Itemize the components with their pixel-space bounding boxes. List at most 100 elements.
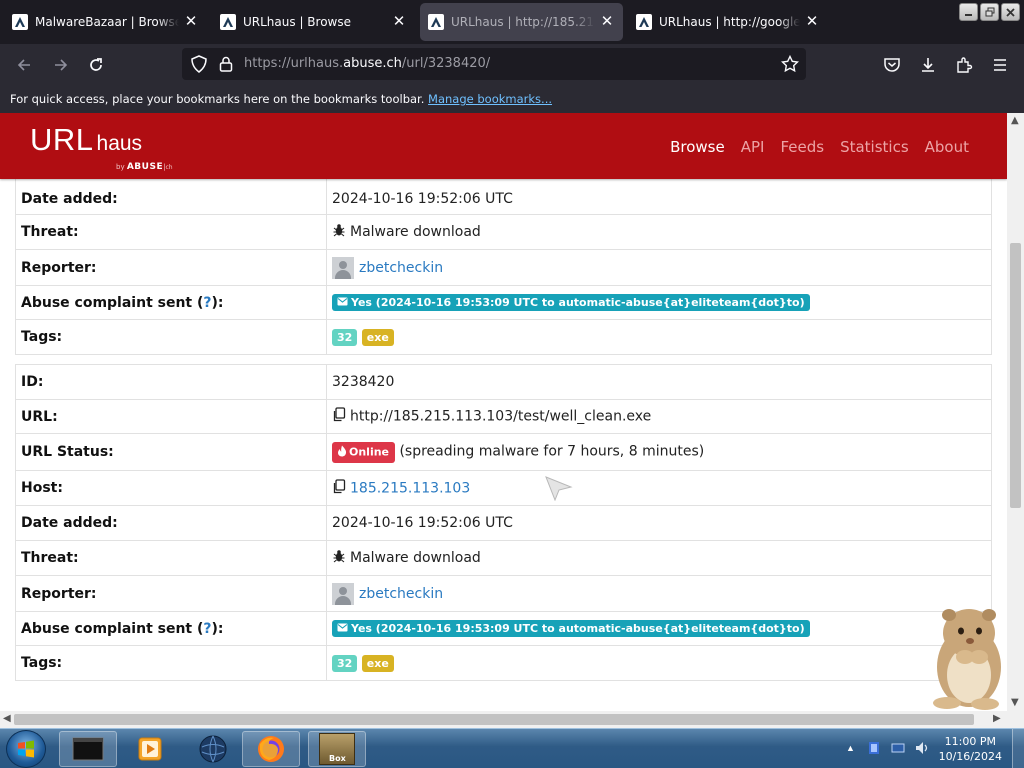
scroll-right-arrow-icon[interactable]: ▶ (993, 713, 1001, 724)
vertical-scroll-thumb[interactable] (1010, 243, 1021, 508)
reporter-link[interactable]: zbetcheckin (359, 586, 443, 602)
row-label: URL: (15, 399, 327, 434)
navigation-toolbar: https://urlhaus.abuse.ch/url/3238420/ (0, 44, 1024, 86)
tab-title: URLhaus | http://googletrans (659, 15, 800, 29)
close-window-button[interactable] (1001, 3, 1020, 21)
tray-network-icon[interactable] (890, 740, 906, 761)
table-row: URL Status: Online (spreading malware fo… (15, 433, 992, 471)
nav-api[interactable]: API (741, 138, 765, 156)
vertical-scrollbar[interactable]: ▲ ▼ (1007, 113, 1024, 711)
clock-time: 11:00 PM (944, 735, 996, 748)
copy-icon[interactable] (332, 407, 346, 426)
clock-date: 10/16/2024 (938, 750, 1002, 763)
table-row: Abuse complaint sent (?): Yes (2024-10-1… (15, 285, 992, 320)
table-row: Threat: Malware download (15, 214, 992, 250)
pocket-icon[interactable] (881, 54, 903, 76)
show-desktop-button[interactable] (1012, 729, 1024, 768)
scroll-down-arrow-icon[interactable]: ▼ (1011, 697, 1019, 708)
tray-volume-icon[interactable] (914, 740, 932, 761)
taskbar-firefox[interactable] (242, 731, 300, 767)
threat-value: Malware download (350, 224, 481, 240)
horizontal-scrollbar[interactable]: ◀ ▶ (0, 711, 1007, 728)
host-link[interactable]: 185.215.113.103 (350, 480, 470, 496)
system-clock[interactable]: 11:00 PM 10/16/2024 (939, 734, 1002, 764)
start-button[interactable] (6, 730, 46, 768)
urlhaus-favicon-icon (12, 14, 28, 30)
bookmark-star-icon[interactable] (779, 53, 801, 75)
date-added-value: 2024-10-16 19:52:06 UTC (326, 505, 992, 541)
url-text[interactable]: https://urlhaus.abuse.ch/url/3238420/ (244, 56, 490, 71)
nav-browse[interactable]: Browse (670, 138, 725, 156)
tags-cell: 32 exe (326, 645, 992, 681)
taskbar-globe[interactable] (184, 731, 242, 767)
bug-icon (332, 549, 346, 567)
close-tab-icon[interactable]: ✕ (183, 14, 199, 30)
table-row: URL: http://185.215.113.103/test/well_cl… (15, 399, 992, 434)
close-tab-icon[interactable]: ✕ (391, 14, 407, 30)
show-hidden-icons-icon[interactable]: ▲ (846, 743, 855, 753)
urlhaus-favicon-icon (220, 14, 236, 30)
abuse-ch-byline: by ABUSE|ch (116, 162, 173, 172)
taskbar-box-app[interactable]: Box (308, 731, 366, 767)
tab-malwarebazaar[interactable]: MalwareBazaar | Browse mal ✕ (4, 3, 207, 41)
abuse-cell: Yes (2024-10-16 19:53:09 UTC to automati… (326, 611, 992, 646)
table-row: ID: 3238420 (15, 364, 992, 400)
tag-badge[interactable]: exe (361, 328, 394, 346)
urlhaus-header: URL haus by ABUSE|ch Browse API Feeds Sta… (0, 113, 1007, 179)
restore-button[interactable] (980, 3, 999, 21)
extensions-icon[interactable] (953, 54, 975, 76)
tab-title: URLhaus | Browse (243, 15, 351, 29)
downloads-icon[interactable] (917, 54, 939, 76)
minimize-button[interactable] (959, 3, 978, 21)
abuse-help-link[interactable]: ? (203, 621, 211, 637)
scroll-left-arrow-icon[interactable]: ◀ (3, 713, 11, 724)
tab-title: URLhaus | http://185.215.11 (451, 15, 595, 29)
hamburger-menu-icon[interactable] (989, 54, 1011, 76)
row-label: Threat: (15, 214, 327, 250)
nav-statistics[interactable]: Statistics (840, 138, 909, 156)
abuse-complaint-badge: Yes (2024-10-16 19:53:09 UTC to automati… (332, 293, 810, 312)
tab-urlhaus-browse[interactable]: URLhaus | Browse ✕ (212, 3, 415, 41)
threat-value: Malware download (350, 550, 481, 566)
tab-urlhaus-googletrans[interactable]: URLhaus | http://googletrans ✕ (628, 3, 828, 41)
taskbar-media-player[interactable] (121, 731, 179, 767)
tab-urlhaus-active[interactable]: URLhaus | http://185.215.11 ✕ (420, 3, 623, 41)
copy-icon[interactable] (332, 478, 346, 498)
padlock-icon[interactable] (215, 53, 237, 75)
tag-badge[interactable]: 32 (332, 328, 358, 346)
row-label: URL Status: (15, 433, 327, 471)
scroll-up-arrow-icon[interactable]: ▲ (1011, 115, 1019, 126)
abuse-complaint-badge: Yes (2024-10-16 19:53:09 UTC to automati… (332, 619, 810, 638)
horizontal-scroll-thumb[interactable] (14, 714, 974, 725)
urlhaus-favicon-icon (636, 14, 652, 30)
tray-flag-icon[interactable] (866, 740, 882, 761)
tags-cell: 32 exe (326, 319, 992, 355)
reporter-link[interactable]: zbetcheckin (359, 260, 443, 276)
back-arrow-icon[interactable] (13, 54, 35, 76)
threat-cell: Malware download (326, 214, 992, 250)
manage-bookmarks-link[interactable]: Manage bookmarks... (428, 92, 552, 106)
nav-about[interactable]: About (925, 138, 969, 156)
windows-taskbar: Box ▲ 11:00 PM 10/16/2024 (0, 728, 1024, 768)
media-player-icon (138, 737, 162, 761)
abuse-help-link[interactable]: ? (203, 295, 211, 311)
taskbar-terminal[interactable] (59, 731, 117, 767)
url-cell: http://185.215.113.103/test/well_clean.e… (326, 399, 992, 434)
host-cell: 185.215.113.103 (326, 470, 992, 506)
tracking-shield-icon[interactable] (188, 53, 210, 75)
close-tab-icon[interactable]: ✕ (804, 14, 820, 30)
hamster-sticker (925, 603, 1007, 711)
url-value: http://185.215.113.103/test/well_clean.e… (350, 408, 652, 425)
table-row: Date added: 2024-10-16 19:52:06 UTC (15, 505, 992, 541)
reload-icon[interactable] (85, 54, 107, 76)
tag-badge[interactable]: 32 (332, 654, 358, 672)
address-bar[interactable]: https://urlhaus.abuse.ch/url/3238420/ (182, 48, 806, 80)
forward-arrow-icon[interactable] (50, 54, 72, 76)
urlhaus-logo[interactable]: URL haus by ABUSE|ch (30, 122, 173, 172)
nav-feeds[interactable]: Feeds (780, 138, 824, 156)
table-row: Host: 185.215.113.103 (15, 470, 992, 506)
close-tab-icon[interactable]: ✕ (599, 14, 615, 30)
table-row: Threat: Malware download (15, 540, 992, 576)
row-label: Abuse complaint sent (?): (15, 611, 327, 646)
tag-badge[interactable]: exe (361, 654, 394, 672)
